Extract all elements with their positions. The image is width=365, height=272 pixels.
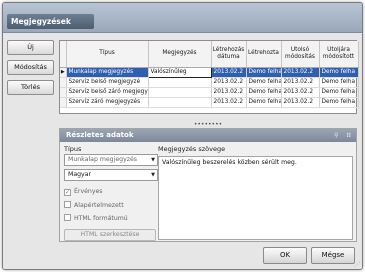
options-icon[interactable]: ⁝⁝ xyxy=(346,132,351,139)
table-cell[interactable]: 2013.02.2 xyxy=(281,77,320,88)
column-header-modified-by[interactable]: Utoljára módosított xyxy=(319,41,359,68)
table-cell[interactable]: Demo felha xyxy=(319,67,359,78)
type-label: Típus xyxy=(64,145,82,153)
table-cell[interactable]: 2013.02.2 xyxy=(281,67,320,78)
table-cell[interactable]: Demo felha xyxy=(246,67,282,78)
details-header: Részletes adatok ⚲ ⁝⁝ xyxy=(60,129,356,142)
table-cell[interactable] xyxy=(148,97,212,108)
valid-checkbox-label: Érvényes xyxy=(74,188,103,195)
default-checkbox[interactable]: Alapértelmezett xyxy=(64,201,124,210)
table-cell[interactable] xyxy=(148,87,212,98)
table-cell[interactable]: Szervíz záró megjegyzés xyxy=(66,97,149,108)
dialog-footer: OK Mégse ⋰ xyxy=(3,245,362,269)
panel-tools: ⚲ ⁝⁝ xyxy=(334,129,351,142)
edit-button[interactable]: Módosítás xyxy=(7,60,54,75)
table-cell[interactable]: 2013.02.2 xyxy=(281,87,320,98)
table-row[interactable]: Szervíz belső záró megjegyzé 2013.02.2 D… xyxy=(60,87,359,98)
checkbox-unchecked-icon xyxy=(64,201,71,208)
title-bar: Megjegyzések xyxy=(3,3,362,33)
chevron-down-icon: ▼ xyxy=(151,157,155,163)
checkbox-checked-icon: ✓ xyxy=(64,189,71,196)
table-cell[interactable]: Demo felha xyxy=(319,97,359,108)
column-header-type[interactable]: Típus xyxy=(66,41,149,68)
column-header-created-by[interactable]: Létrehozta xyxy=(246,41,282,68)
default-checkbox-label: Alapértelmezett xyxy=(74,202,124,209)
table-cell[interactable]: 2013.02.2 xyxy=(211,77,247,88)
table-cell[interactable]: Demo felha xyxy=(246,97,282,108)
checkbox-unchecked-icon xyxy=(64,214,71,221)
valid-checkbox[interactable]: ✓ Érvényes xyxy=(64,187,103,196)
table-cell[interactable]: Demo felha xyxy=(319,77,359,88)
table-row[interactable]: Szervíz záró megjegyzés 2013.02.2 Demo f… xyxy=(60,97,359,108)
new-button[interactable]: Új xyxy=(7,40,54,55)
table-cell[interactable]: 2013.02.2 xyxy=(211,67,247,78)
table-cell[interactable]: Demo felha xyxy=(319,87,359,98)
details-panel: Részletes adatok ⚲ ⁝⁝ Típus Munkalap meg… xyxy=(59,128,357,242)
note-text-area[interactable]: Valószínűleg beszerelés közben sérült me… xyxy=(158,156,353,240)
ok-button[interactable]: OK xyxy=(263,247,307,264)
note-text-label: Megjegyzés szövege xyxy=(158,145,226,153)
table-cell[interactable]: Szervíz belső megjegyzé xyxy=(66,77,149,88)
language-select-value: Magyar xyxy=(68,171,92,178)
notes-window: Megjegyzések Új Módosítás Törlés Típus M… xyxy=(2,2,363,270)
table-cell[interactable]: Valószínűleg xyxy=(147,66,212,78)
table-cell[interactable]: Szervíz belső záró megjegyzé xyxy=(66,87,149,98)
html-edit-button[interactable]: HTML szerkesztése xyxy=(64,229,156,241)
table-cell[interactable]: Munkalap megjegyzés xyxy=(66,67,149,78)
notes-grid[interactable]: Típus Megjegyzés Létrehozás dátuma Létre… xyxy=(59,40,359,114)
table-cell[interactable]: 2013.02.2 xyxy=(211,97,247,108)
delete-button[interactable]: Törlés xyxy=(7,80,54,95)
cancel-button[interactable]: Mégse xyxy=(311,247,355,264)
language-select[interactable]: Magyar ▼ xyxy=(64,169,158,181)
table-cell[interactable]: Demo felha xyxy=(246,87,282,98)
table-row[interactable]: Szervíz belső megjegyzé 2013.02.2 Demo f… xyxy=(60,77,359,88)
pin-icon[interactable]: ⚲ xyxy=(334,132,338,139)
note-text-value: Valószínűleg beszerelés közben sérült me… xyxy=(162,159,297,166)
column-header-note[interactable]: Megjegyzés xyxy=(148,41,212,68)
resize-grip-icon[interactable]: ⋰ xyxy=(354,261,360,268)
table-row[interactable]: ▶ Munkalap megjegyzés Valószínűleg 2013.… xyxy=(60,66,359,78)
window-title: Megjegyzések xyxy=(7,14,94,29)
type-select-value: Munkalap megjegyzés xyxy=(68,156,138,163)
type-select[interactable]: Munkalap megjegyzés ▼ xyxy=(64,154,158,166)
table-cell[interactable]: 2013.02.2 xyxy=(281,97,320,108)
html-format-checkbox-label: HTML formátumú xyxy=(74,215,128,222)
table-cell[interactable]: 2013.02.2 xyxy=(211,87,247,98)
table-cell[interactable] xyxy=(148,77,212,88)
html-format-checkbox[interactable]: HTML formátumú xyxy=(64,214,128,223)
table-cell[interactable]: Demo felha xyxy=(246,77,282,88)
chevron-down-icon: ▼ xyxy=(151,172,155,178)
column-header-last-modified[interactable]: Utolsó módosítás xyxy=(281,41,320,68)
column-header-created-date[interactable]: Létrehozás dátuma xyxy=(211,41,247,68)
details-title: Részletes adatok xyxy=(66,131,134,139)
sidebar: Új Módosítás Törlés xyxy=(7,40,55,100)
